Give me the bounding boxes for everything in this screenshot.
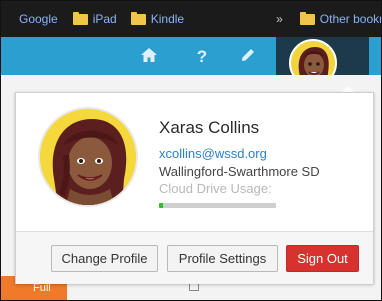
- bookmark-label: Google: [19, 12, 58, 26]
- profile-popup: Xaras Collins xcollins@wssd.org Wallingf…: [15, 92, 374, 284]
- folder-icon: [72, 11, 88, 25]
- profile-name: Xaras Collins: [159, 118, 260, 137]
- profile-email-link[interactable]: xcollins@wssd.org: [159, 146, 267, 161]
- sign-out-button[interactable]: Sign Out: [286, 245, 359, 272]
- bookmark-label: iPad: [92, 12, 117, 26]
- cloud-usage-bar: [159, 203, 276, 208]
- profile-district: Wallingford-Swarthmore SD: [159, 164, 320, 179]
- bookmark-ipad[interactable]: iPad: [72, 11, 117, 26]
- page-background: [1, 75, 381, 91]
- other-bookmarks-label: Other bookmarks: [319, 12, 381, 26]
- cloud-usage-fill: [159, 203, 163, 208]
- bookmark-label: Kindle: [150, 12, 185, 26]
- page-icon: [189, 283, 199, 291]
- folder-icon: [299, 11, 315, 25]
- bookmark-kindle[interactable]: Kindle: [130, 11, 185, 26]
- change-profile-button[interactable]: Change Profile: [51, 245, 158, 272]
- pencil-icon[interactable]: [237, 47, 259, 68]
- other-bookmarks[interactable]: Other bookmarks: [299, 11, 381, 26]
- help-icon[interactable]: ?: [191, 47, 213, 67]
- profile-avatar: [38, 107, 138, 207]
- folder-icon: [130, 11, 146, 25]
- profile-settings-button[interactable]: Profile Settings: [167, 245, 278, 272]
- home-icon[interactable]: [138, 47, 160, 68]
- bookmark-google[interactable]: Google: [19, 12, 58, 26]
- bookmarks-overflow-button[interactable]: »: [276, 12, 283, 26]
- bookmarks-bar: Google iPad Kindle » Other bookmarks: [1, 1, 381, 37]
- browser-frame: Google iPad Kindle » Other bookmarks ?: [0, 0, 382, 301]
- cloud-usage-label: Cloud Drive Usage:: [159, 181, 272, 196]
